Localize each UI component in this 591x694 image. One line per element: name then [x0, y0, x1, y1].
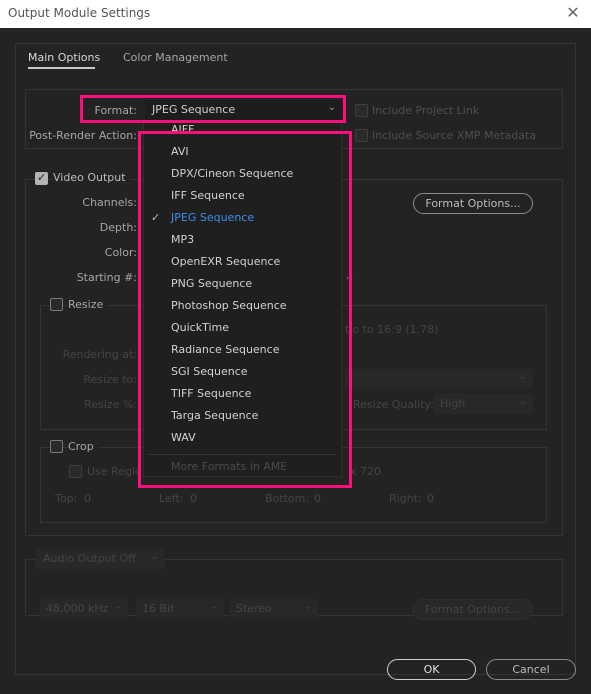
channels-label: Channels:	[82, 196, 137, 209]
title-bar: Output Module Settings ✕	[0, 0, 591, 28]
active-tab-underline	[28, 67, 95, 69]
chevron-down-icon: ⌄	[113, 601, 122, 612]
resize-percent-label: Resize %:	[84, 398, 137, 411]
crop-left-label: Left:	[159, 492, 184, 505]
audio-channels-value: Stereo	[236, 602, 272, 615]
close-icon[interactable]: ✕	[563, 3, 583, 23]
chevron-down-icon: ⌄	[150, 551, 159, 562]
crop-bottom-label: Bottom:	[265, 492, 310, 505]
crop-checkbox[interactable]	[50, 440, 63, 453]
resize-quality-select[interactable]: High ⌄	[434, 394, 533, 414]
chevron-down-icon: ⌄	[303, 601, 312, 612]
audio-channels-select[interactable]: Stereo ⌄	[230, 599, 318, 619]
cancel-button[interactable]: Cancel	[486, 659, 576, 680]
use-region-checkbox[interactable]	[69, 465, 82, 478]
color-label: Color:	[104, 246, 137, 259]
resize-checkbox[interactable]	[50, 298, 63, 311]
audio-output-select[interactable]: Audio Output Off ⌄	[35, 549, 165, 569]
video-output-label: Video Output	[53, 171, 130, 184]
depth-label: Depth:	[99, 221, 137, 234]
resize-label: Resize	[68, 298, 108, 311]
include-project-link-checkbox[interactable]	[355, 104, 368, 117]
starting-number-label: Starting #:	[76, 271, 137, 284]
rendering-at-label: Rendering at:	[62, 348, 137, 361]
audio-bit-depth-select[interactable]: 16 Bit ⌄	[136, 599, 224, 619]
format-highlight-box	[80, 95, 346, 123]
crop-left-value[interactable]: 0	[190, 492, 197, 505]
video-output-checkbox[interactable]	[35, 171, 48, 185]
audio-output-value: Audio Output Off	[43, 552, 136, 565]
include-project-link-label: Include Project Link	[372, 104, 480, 117]
resize-quality-value: High	[440, 397, 466, 410]
audio-format-options-button[interactable]: Format Options...	[412, 599, 533, 620]
window-title: Output Module Settings	[8, 6, 151, 20]
include-xmp-checkbox[interactable]	[355, 129, 368, 142]
audio-bit-depth-value: 16 Bit	[142, 602, 175, 615]
crop-right-value[interactable]: 0	[427, 492, 434, 505]
crop-top-label: Top:	[55, 492, 78, 505]
audio-sample-rate-select[interactable]: 48.000 kHz ⌄	[40, 599, 128, 619]
menu-highlight-box	[138, 131, 352, 488]
crop-bottom-value[interactable]: 0	[314, 492, 321, 505]
chevron-down-icon: ⌄	[518, 396, 527, 407]
crop-right-label: Right:	[389, 492, 422, 505]
resize-quality-label: Resize Quality:	[353, 398, 434, 411]
chevron-down-icon: ⌄	[209, 601, 218, 612]
include-xmp-label: Include Source XMP Metadata	[372, 129, 537, 142]
use-region-label: Use Regio	[87, 465, 142, 478]
audio-sample-rate-value: 48.000 kHz	[46, 602, 109, 615]
chevron-down-icon: ⌄	[518, 371, 527, 382]
resize-to-label: Resize to:	[83, 373, 138, 386]
crop-label: Crop	[68, 440, 98, 453]
tab-color-management[interactable]: Color Management	[123, 51, 228, 64]
resize-to-preset-select[interactable]: ⌄	[345, 369, 533, 389]
lock-aspect-ratio-label: tio to 16:9 (1.78)	[345, 323, 439, 336]
region-size-text: x 720	[350, 465, 382, 478]
post-render-label: Post-Render Action:	[29, 129, 137, 142]
tab-main-options[interactable]: Main Options	[28, 51, 100, 64]
video-format-options-button[interactable]: Format Options...	[413, 193, 533, 214]
crop-top-value[interactable]: 0	[84, 492, 91, 505]
ok-button[interactable]: OK	[387, 659, 476, 680]
